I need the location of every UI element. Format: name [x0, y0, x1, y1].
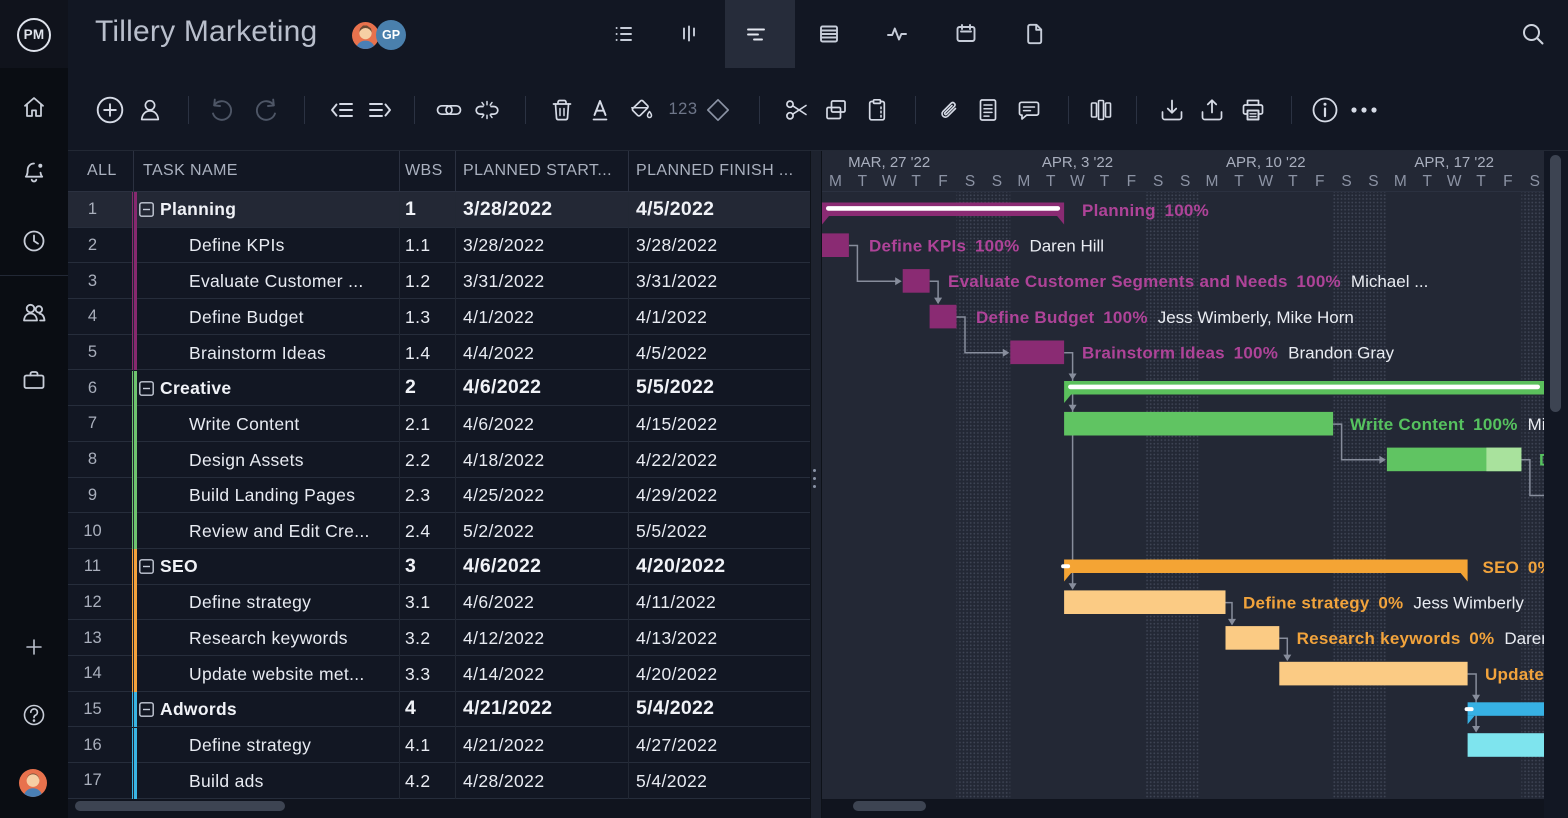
svg-text:Define KPIs 100%Daren Hill: Define KPIs 100%Daren Hill — [869, 236, 1104, 255]
svg-text:S: S — [1180, 173, 1190, 190]
svg-text:Research keywords 0%Daren Hill: Research keywords 0%Daren Hill — [1297, 629, 1544, 648]
svg-text:M: M — [1206, 173, 1219, 190]
svg-text:S: S — [1368, 173, 1378, 190]
svg-text:F: F — [1315, 173, 1324, 190]
svg-text:F: F — [1503, 173, 1512, 190]
svg-text:Define strategy 0%Jess Wimberl: Define strategy 0%Jess Wimberly — [1243, 594, 1524, 613]
svg-text:Write Content 100%Michael Bolt: Write Content 100%Michael Bolton — [1350, 415, 1544, 434]
svg-text:S: S — [1341, 173, 1351, 190]
svg-text:T: T — [858, 173, 868, 190]
svg-text:Update website metadata 0%: Update website metadata 0% — [1485, 665, 1544, 684]
svg-text:S: S — [1530, 173, 1540, 190]
svg-text:W: W — [1070, 173, 1085, 190]
svg-text:M: M — [1017, 173, 1030, 190]
svg-text:Define Budget 100%Jess Wimberl: Define Budget 100%Jess Wimberly, Mike Ho… — [976, 308, 1354, 327]
svg-text:M: M — [1394, 173, 1407, 190]
svg-text:APR, 3 '22: APR, 3 '22 — [1042, 154, 1113, 171]
svg-text:APR, 17 '22: APR, 17 '22 — [1414, 154, 1494, 171]
svg-text:T: T — [1476, 173, 1486, 190]
svg-text:T: T — [1100, 173, 1110, 190]
svg-text:Planning 100%: Planning 100% — [1082, 201, 1209, 220]
svg-text:APR, 10 '22: APR, 10 '22 — [1226, 154, 1306, 171]
svg-text:SEO 0%: SEO 0% — [1483, 558, 1545, 577]
svg-text:S: S — [992, 173, 1002, 190]
svg-text:Design Assets 100%: Design Assets 100% — [1539, 451, 1544, 470]
svg-text:Evaluate Customer Segments and: Evaluate Customer Segments and Needs 100… — [948, 272, 1428, 291]
svg-text:F: F — [938, 173, 947, 190]
svg-text:T: T — [911, 173, 921, 190]
svg-text:S: S — [965, 173, 975, 190]
svg-text:T: T — [1234, 173, 1244, 190]
svg-text:T: T — [1046, 173, 1056, 190]
svg-text:S: S — [1153, 173, 1163, 190]
svg-text:W: W — [1447, 173, 1462, 190]
svg-text:T: T — [1422, 173, 1432, 190]
svg-text:W: W — [1258, 173, 1273, 190]
svg-text:F: F — [1127, 173, 1136, 190]
svg-text:MAR, 27 '22: MAR, 27 '22 — [848, 154, 930, 171]
svg-text:W: W — [882, 173, 897, 190]
svg-text:M: M — [829, 173, 842, 190]
svg-text:T: T — [1288, 173, 1298, 190]
svg-text:Brainstorm Ideas 100%Brandon G: Brainstorm Ideas 100%Brandon Gray — [1082, 344, 1394, 363]
